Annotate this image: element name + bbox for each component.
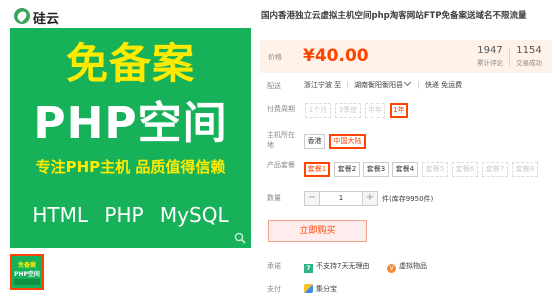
virtual-goods-icon: V <box>387 264 396 273</box>
sales-label: 交易成功 <box>516 59 542 67</box>
product-main-image[interactable]: 硅云 免备案 PHP空间 专注PHP主机 品质值得信赖 HTML PHP MyS… <box>10 4 251 248</box>
shipping-label: 配送 <box>267 82 281 90</box>
zoom-icon[interactable] <box>233 231 247 245</box>
promise-label: 承诺 <box>267 262 281 270</box>
shipping-separator: | <box>417 81 420 89</box>
package-option-8[interactable]: 套餐8 <box>512 162 538 177</box>
period-option-half-year[interactable]: 半年 <box>365 103 385 118</box>
package-label: 产品套餐 <box>267 161 295 169</box>
quantity-input[interactable]: 1 <box>320 191 362 206</box>
quantity-increase-button[interactable]: + <box>362 191 378 206</box>
package-option-2[interactable]: 套餐2 <box>334 162 360 177</box>
period-label: 付费周期 <box>267 105 295 113</box>
product-title: 国内香港独立云虚拟主机空间php淘客网站FTP免备案送域名不限流量 <box>261 11 527 21</box>
promo-slogan: 专注PHP主机 品质值得信赖 <box>35 158 226 176</box>
shipping-from: 浙江宁波 至 <box>304 81 342 89</box>
thumbnail-line2: PHP空间 <box>14 271 40 278</box>
package-option-5[interactable]: 套餐5 <box>422 162 448 177</box>
reviews-count: 1947 <box>477 45 503 56</box>
package-option-4[interactable]: 套餐4 <box>392 162 418 177</box>
thumbnail-line1: 免备案 <box>17 262 36 269</box>
price-label: 价格 <box>268 53 282 61</box>
package-option-7[interactable]: 套餐7 <box>482 162 508 177</box>
period-option-1-month[interactable]: 1个月 <box>305 103 331 118</box>
stat-divider <box>509 48 510 66</box>
region-option-mainland[interactable]: 中国大陆 <box>329 134 366 149</box>
shipping-info: 浙江宁波 至 | 湖南衡阳衡阳县 | 快递 免运费 <box>304 78 463 90</box>
payment-method: 集分宝 <box>304 284 337 294</box>
promise-item-return[interactable]: 7 不支持7天无理由 <box>304 261 369 273</box>
region-option-hongkong[interactable]: 香港 <box>304 134 325 149</box>
price-value: ¥40.00 <box>303 46 369 66</box>
jifenbao-icon <box>304 284 313 293</box>
promo-header: 硅云 <box>10 4 251 28</box>
price-panel: 价格 ¥40.00 1947 累计评论 1154 交易成功 <box>260 40 552 73</box>
seven-day-icon: 7 <box>304 264 313 273</box>
shipping-separator: | <box>346 81 349 89</box>
payment-method-text: 集分宝 <box>316 285 337 293</box>
promo-main-text: PHP空间 <box>33 98 228 149</box>
promise-item-virtual[interactable]: V 虚拟物品 <box>387 261 427 273</box>
quantity-label: 数量 <box>267 194 281 202</box>
package-option-3[interactable]: 套餐3 <box>363 162 389 177</box>
package-option-6[interactable]: 套餐6 <box>452 162 478 177</box>
shipping-express: 快递 免运费 <box>424 81 463 89</box>
region-label: 主机所在地 <box>267 131 295 149</box>
payment-label: 支付 <box>267 285 281 293</box>
period-option-1-year[interactable]: 1年 <box>390 103 408 118</box>
promo-tech-list: HTML PHP MySQL <box>32 203 229 227</box>
brand-logo-icon <box>14 8 30 24</box>
stock-info: 件(库存9950件) <box>382 195 434 203</box>
buy-now-button[interactable]: 立即购买 <box>268 220 367 242</box>
reviews-label: 累计评论 <box>477 59 503 67</box>
quantity-decrease-button[interactable]: − <box>304 191 320 206</box>
promo-headline: 免备案 <box>65 39 195 88</box>
package-option-1[interactable]: 套餐1 <box>304 162 330 177</box>
promise-item-virtual-text: 虚拟物品 <box>399 262 427 270</box>
thumbnail-decoration <box>14 279 40 285</box>
sales-count: 1154 <box>516 45 542 56</box>
shipping-destination[interactable]: 湖南衡阳衡阳县 <box>354 81 403 89</box>
thumbnail-image[interactable]: 免备案 PHP空间 <box>10 254 44 290</box>
sales-stat: 1154 交易成功 <box>512 45 546 67</box>
reviews-stat[interactable]: 1947 累计评论 <box>473 45 507 67</box>
brand-name: 硅云 <box>33 12 60 27</box>
period-option-quarter[interactable]: 3季度 <box>335 103 361 118</box>
chevron-down-icon[interactable] <box>404 78 412 87</box>
promise-item-return-text: 不支持7天无理由 <box>316 262 370 270</box>
